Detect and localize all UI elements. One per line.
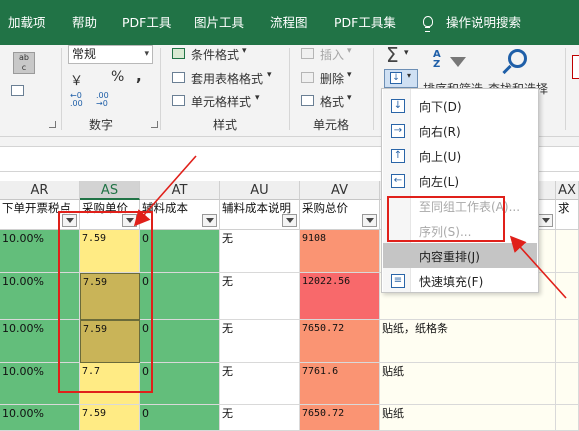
annotation-arrow-to-menu	[509, 235, 567, 299]
annotation-arrow-to-column	[133, 155, 197, 227]
annotation-arrows	[133, 155, 567, 299]
